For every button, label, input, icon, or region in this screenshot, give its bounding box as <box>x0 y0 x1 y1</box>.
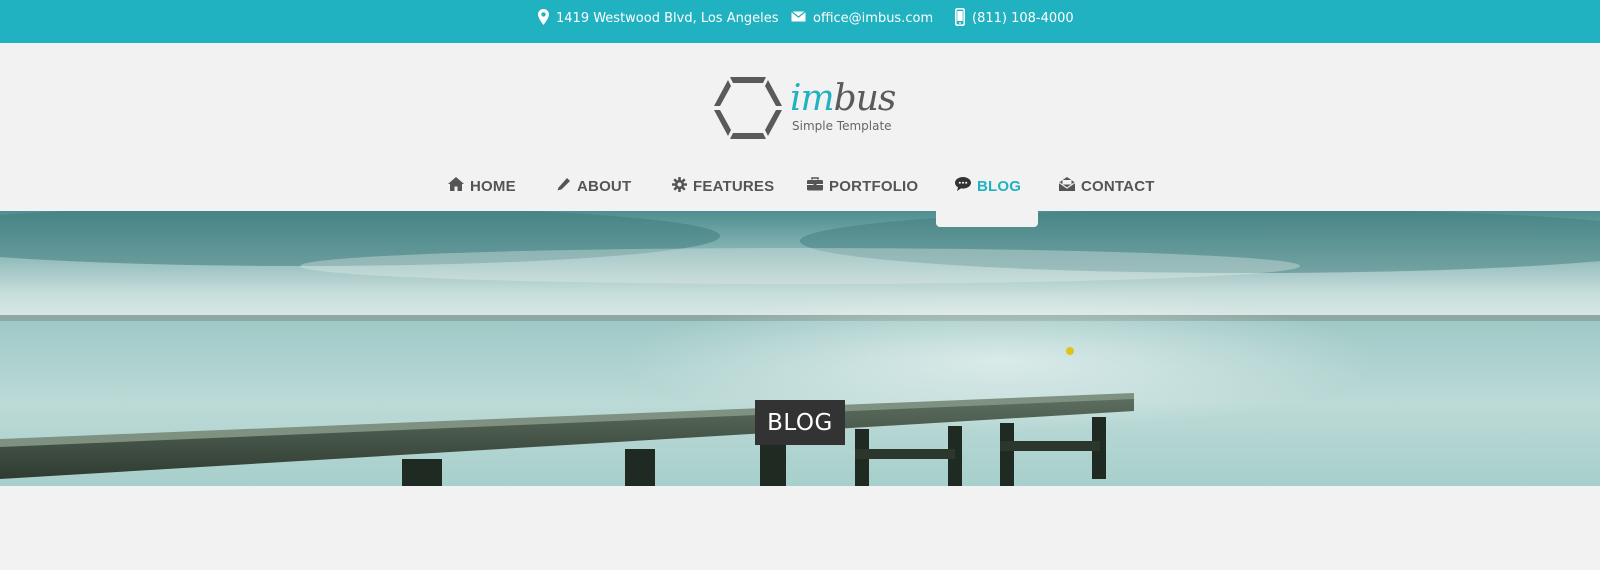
nav-item-blog[interactable]: BLOG <box>955 168 1021 204</box>
nav-label-blog: BLOG <box>977 177 1022 195</box>
logo-name-rest: bus <box>833 78 897 119</box>
envelope-open-icon <box>1058 177 1076 195</box>
nav-item-contact[interactable]: CONTACT <box>1058 168 1155 204</box>
phone-text: (811) 108-4000 <box>972 11 1074 26</box>
nav-item-features[interactable]: FEATURES <box>672 168 774 204</box>
nav-item-portfolio[interactable]: PORTFOLIO <box>807 168 918 204</box>
briefcase-icon <box>807 177 823 195</box>
email-item[interactable]: office@imbus.com <box>791 0 933 37</box>
nav-label-home: HOME <box>470 177 516 195</box>
gear-icon <box>672 176 687 196</box>
top-contact-bar: 1419 Westwood Blvd, Los Angeles office@i… <box>0 0 1600 43</box>
nav-item-home[interactable]: HOME <box>448 168 516 204</box>
logo-name-accent: im <box>790 78 835 119</box>
logo-tagline: Simple Template <box>792 119 892 133</box>
nav-label-features: FEATURES <box>693 177 775 195</box>
nav-item-about[interactable]: ABOUT <box>556 168 631 204</box>
site-logo[interactable]: imbus Simple Template <box>712 75 897 143</box>
nav-label-contact: CONTACT <box>1081 177 1155 195</box>
home-icon <box>448 177 464 195</box>
hexagon-logo-icon <box>714 77 782 139</box>
speech-bubble-icon <box>955 177 971 195</box>
logo-wordmark: imbus <box>790 77 897 121</box>
nav-label-about: ABOUT <box>577 177 632 195</box>
page-title: BLOG <box>755 400 845 445</box>
mobile-phone-icon <box>955 7 965 30</box>
email-text[interactable]: office@imbus.com <box>813 11 933 26</box>
envelope-icon <box>791 10 806 26</box>
address-text: 1419 Westwood Blvd, Los Angeles <box>556 11 779 26</box>
pencil-icon <box>556 177 571 196</box>
map-pin-icon <box>538 8 549 29</box>
main-navigation: HOME ABOUT FEATURES PORTFOLIO BLOG CONTA… <box>0 168 1600 204</box>
phone-item: (811) 108-4000 <box>955 0 1074 37</box>
active-nav-indicator <box>936 206 1038 227</box>
nav-label-portfolio: PORTFOLIO <box>829 177 919 195</box>
address-item: 1419 Westwood Blvd, Los Angeles <box>538 0 778 37</box>
